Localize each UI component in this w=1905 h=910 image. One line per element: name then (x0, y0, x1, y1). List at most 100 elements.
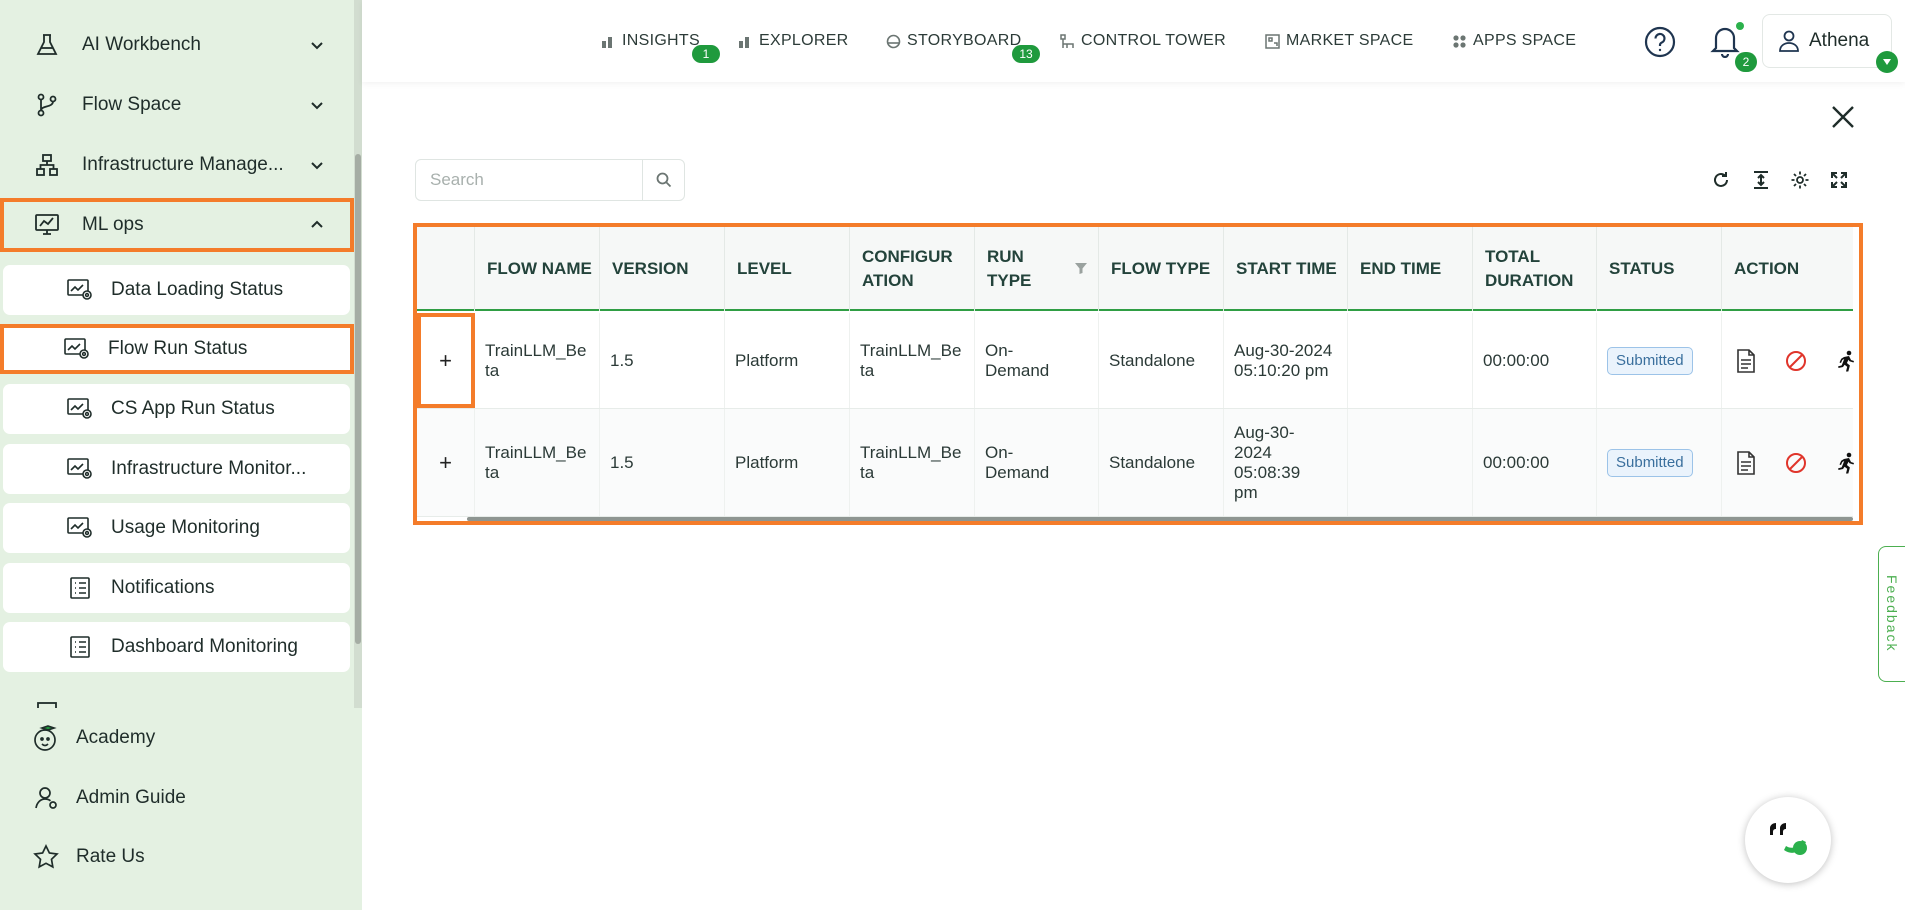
col-total-duration[interactable]: TOTAL DURATION (1473, 227, 1597, 311)
sidebar-scrollbar[interactable] (354, 0, 362, 708)
col-end-time[interactable]: END TIME (1348, 227, 1473, 311)
cancel-run-button[interactable] (1784, 348, 1808, 374)
app-root: AI Workbench Flow Space Infrastructure M… (0, 0, 1905, 910)
nav-market-space[interactable]: MARKET SPACE (1264, 30, 1413, 52)
run-button[interactable] (1834, 348, 1858, 374)
sidebar-item-label: Flow Run Status (108, 338, 248, 359)
settings-button[interactable] (1789, 169, 1811, 191)
table-row: + TrainLLM_Beta 1.5 Platform TrainLLM_Be… (417, 409, 1854, 517)
filter-icon[interactable] (1074, 261, 1088, 275)
sidebar-item-label: Data Loading Status (111, 279, 284, 300)
view-log-button[interactable] (1734, 348, 1758, 374)
sidebar-item-label: Admin Guide (76, 787, 186, 808)
chevron-up-icon (311, 220, 323, 228)
sidebar-group-label: AI Workbench (82, 34, 201, 55)
academy-icon (32, 724, 60, 752)
view-log-button[interactable] (1734, 450, 1758, 476)
table-horizontal-scrollbar[interactable] (467, 517, 1853, 521)
running-icon (1838, 350, 1854, 372)
sidebar-item-label: Usage Monitoring (111, 517, 260, 538)
sidebar-group-infrastructure[interactable]: Infrastructure Manage... (0, 138, 354, 192)
sidebar-group-security-partial[interactable] (0, 684, 354, 708)
sidebar-group-flow-space[interactable]: Flow Space (0, 78, 354, 132)
run-button[interactable] (1834, 450, 1858, 476)
nav-storyboard[interactable]: STORYBOARD (885, 30, 1021, 52)
sidebar-item-flow-run-status[interactable]: Flow Run Status (0, 324, 354, 374)
expand-row-button[interactable]: + (417, 313, 475, 408)
chevron-down-icon (311, 42, 323, 50)
chevron-down-icon (311, 102, 323, 110)
bell-icon[interactable] (1710, 24, 1740, 58)
col-expand (417, 227, 475, 311)
fullscreen-button[interactable] (1828, 169, 1850, 191)
search-icon (656, 172, 671, 188)
status-badge: Submitted (1607, 346, 1693, 375)
fullscreen-icon (1831, 172, 1847, 188)
cancel-run-button[interactable] (1784, 450, 1808, 476)
export-button[interactable] (1750, 169, 1772, 191)
nav-apps-space[interactable]: APPS SPACE (1451, 30, 1576, 52)
sidebar-item-cs-app-run-status[interactable]: CS App Run Status (3, 384, 350, 434)
nav-insights[interactable]: INSIGHTS (600, 30, 700, 52)
sidebar-item-usage-monitoring[interactable]: Usage Monitoring (3, 503, 350, 553)
sidebar-item-infrastructure-monitor[interactable]: Infrastructure Monitor... (3, 444, 350, 494)
sidebar-item-label: CS App Run Status (111, 398, 275, 419)
sidebar-group-ai-workbench[interactable]: AI Workbench (0, 18, 354, 72)
close-icon[interactable] (1830, 104, 1856, 130)
sidebar-item-rate-us[interactable]: Rate Us (0, 830, 354, 884)
expand-row-button[interactable]: + (417, 409, 475, 516)
col-run-type[interactable]: RUN TYPE (975, 227, 1099, 311)
cell-run-type: On-Demand (975, 313, 1099, 408)
sidebar-item-label: Infrastructure Monitor... (111, 458, 307, 479)
table-header: FLOW NAME VERSION LEVEL CONFIGUR ATION R… (417, 227, 1853, 311)
cell-flow-name: TrainLLM_Beta (475, 313, 600, 408)
market-icon (1264, 33, 1280, 49)
nav-control-tower[interactable]: CONTROL TOWER (1059, 30, 1226, 52)
cell-total-duration: 00:00:00 (1473, 313, 1597, 408)
notification-count-badge: 2 (1735, 52, 1757, 72)
cell-action (1722, 409, 1854, 516)
help-icon[interactable] (1644, 26, 1676, 58)
cell-run-type: On-Demand (975, 409, 1099, 516)
col-status[interactable]: STATUS (1597, 227, 1722, 311)
monitor-gear-icon (64, 336, 90, 362)
feedback-tab[interactable]: Feedback (1878, 546, 1905, 682)
sidebar-item-data-loading-status[interactable]: Data Loading Status (3, 265, 350, 315)
col-flow-name[interactable]: FLOW NAME (475, 227, 600, 311)
sidebar-group-ml-ops[interactable]: ML ops (0, 198, 354, 252)
cell-flow-type: Standalone (1099, 313, 1224, 408)
sidebar-item-dashboard-monitoring[interactable]: Dashboard Monitoring (3, 622, 350, 672)
col-run-type-label: RUN TYPE (987, 247, 1032, 290)
sidebar: AI Workbench Flow Space Infrastructure M… (0, 0, 362, 910)
nav-label: CONTROL TOWER (1081, 32, 1226, 49)
col-start-time[interactable]: START TIME (1224, 227, 1348, 311)
cell-flow-name-text: TrainLLM_Beta (485, 442, 587, 482)
search-button[interactable] (642, 160, 684, 200)
chart-monitor-icon (34, 212, 60, 238)
search-input[interactable] (416, 160, 642, 200)
sidebar-item-academy[interactable]: Academy (0, 711, 354, 765)
sidebar-item-admin-guide[interactable]: Admin Guide (0, 771, 354, 825)
col-configuration[interactable]: CONFIGUR ATION (850, 227, 975, 311)
sidebar-item-label: Rate Us (76, 846, 145, 867)
col-level[interactable]: LEVEL (725, 227, 850, 311)
user-menu[interactable]: Athena (1762, 14, 1892, 68)
cell-run-type-text: On-Demand (985, 442, 1050, 482)
sidebar-group-label: Flow Space (82, 94, 182, 115)
cell-status: Submitted (1597, 409, 1722, 516)
col-version[interactable]: VERSION (600, 227, 725, 311)
star-icon (32, 843, 60, 871)
chat-assistant-button[interactable] (1745, 797, 1831, 883)
nav-explorer[interactable]: EXPLORER (737, 30, 849, 52)
export-icon (1754, 171, 1768, 189)
refresh-icon (1714, 172, 1728, 187)
refresh-button[interactable] (1710, 169, 1732, 191)
storyboard-badge: 13 (1012, 45, 1040, 63)
sidebar-group-label: ML ops (82, 214, 144, 235)
user-dropdown-toggle[interactable] (1876, 51, 1898, 73)
sidebar-scrollbar-thumb[interactable] (355, 154, 361, 644)
cell-run-type-text: On-Demand (985, 340, 1050, 380)
col-flow-type[interactable]: FLOW TYPE (1099, 227, 1224, 311)
sidebar-bottom: Academy Admin Guide Rate Us (0, 708, 362, 910)
sidebar-item-notifications[interactable]: Notifications (3, 563, 350, 613)
